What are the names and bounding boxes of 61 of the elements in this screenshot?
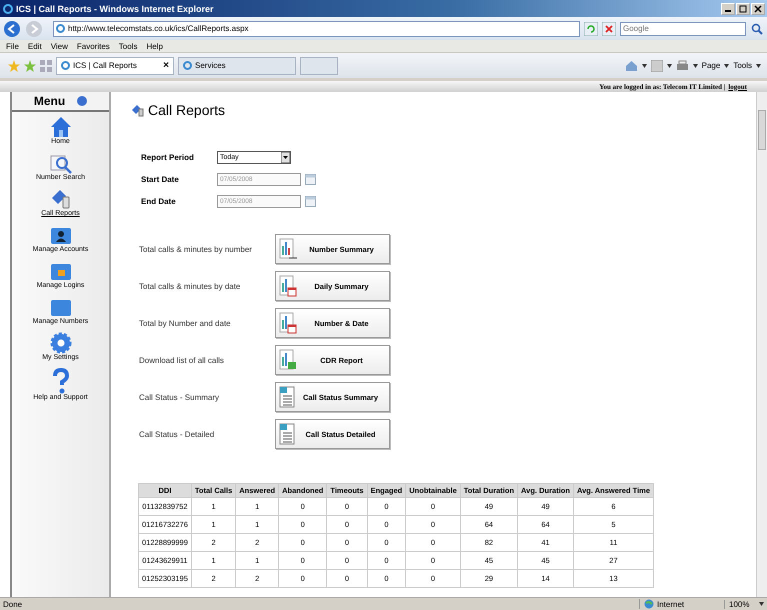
stop-icon[interactable] — [602, 22, 616, 36]
phone-icon — [50, 188, 72, 210]
menu-item[interactable]: View — [50, 42, 68, 50]
calendar-icon[interactable] — [305, 196, 316, 206]
phone-icon — [131, 104, 145, 116]
back-button[interactable] — [3, 20, 21, 38]
globe-icon — [644, 599, 654, 609]
caret-icon[interactable] — [759, 602, 764, 606]
browser-tab[interactable]: Services — [178, 56, 296, 74]
field-label: Start Date — [141, 174, 180, 184]
menu-title: Menu — [34, 94, 66, 108]
caret-icon[interactable] — [724, 64, 730, 68]
caret-icon[interactable] — [281, 152, 290, 162]
close-button[interactable] — [751, 2, 765, 14]
field-label: Report Period — [141, 152, 195, 162]
menu-item[interactable]: Help — [146, 42, 163, 50]
house-icon — [50, 116, 72, 138]
report-description: Total by Number and date — [139, 318, 232, 328]
close-icon — [754, 4, 762, 12]
calendar-icon[interactable] — [305, 174, 316, 184]
document-list-icon — [279, 423, 295, 445]
search-icon[interactable] — [750, 22, 764, 36]
caret-icon[interactable] — [756, 64, 761, 68]
caret-icon[interactable] — [642, 64, 647, 68]
menu-item[interactable]: Favorites — [76, 42, 110, 50]
address-field[interactable]: http://www.telecomstats.co.uk/ics/CallReports.aspx — [53, 20, 580, 36]
menu-item[interactable]: File — [6, 42, 19, 50]
minimize-button[interactable] — [721, 2, 735, 14]
search-field[interactable]: Google — [620, 22, 746, 36]
command-button[interactable]: Tools — [733, 61, 752, 70]
refresh-icon[interactable] — [584, 22, 598, 36]
page-title: Call Reports — [148, 102, 226, 118]
caret-icon[interactable] — [666, 64, 672, 68]
security-zone: Internet — [639, 599, 724, 609]
report-description: Call Status - Detailed — [139, 430, 216, 438]
report-description: Download list of all calls — [139, 356, 225, 364]
field-label: End Date — [141, 196, 177, 206]
scrollbar[interactable] — [756, 92, 767, 597]
caret-icon[interactable] — [692, 64, 698, 68]
maximize-icon — [739, 4, 747, 12]
report-description: Total calls & minutes by date — [139, 282, 242, 290]
star-icon[interactable] — [8, 60, 20, 72]
zoom-level[interactable]: 100% — [724, 600, 759, 608]
document-list-icon — [279, 386, 295, 408]
status-text: Done — [3, 600, 24, 608]
maximize-button[interactable] — [736, 2, 750, 14]
menu-item[interactable]: Edit — [28, 42, 42, 50]
minimize-icon — [725, 10, 731, 12]
menu-item[interactable]: Tools — [118, 42, 138, 50]
command-button[interactable]: Page — [702, 61, 720, 70]
report-description: Call Status - Summary — [139, 392, 220, 402]
chart-calendar-icon — [279, 275, 297, 297]
help-icon[interactable] — [77, 96, 88, 106]
bar-chart-icon — [279, 238, 297, 260]
chart-calendar-icon — [279, 312, 297, 334]
chart-download-icon — [279, 349, 297, 371]
gear-icon — [50, 332, 72, 354]
report-description: Total calls & minutes by number — [139, 244, 253, 254]
browser-tab[interactable]: ICS | Call Reports × — [56, 56, 174, 74]
browser-icon — [3, 4, 13, 14]
window-title: ICS | Call Reports - Windows Internet Explorer — [16, 4, 214, 14]
